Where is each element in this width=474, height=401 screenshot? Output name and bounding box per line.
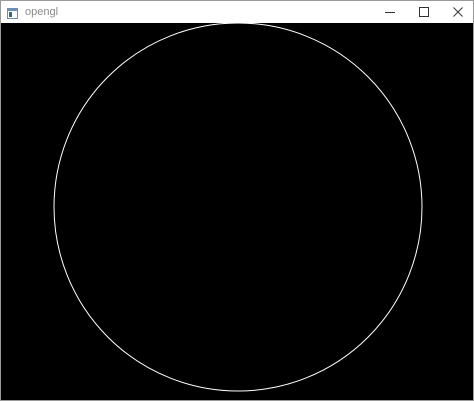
maximize-button[interactable] xyxy=(409,1,439,23)
maximize-icon xyxy=(419,7,429,17)
title-bar[interactable]: opengl xyxy=(1,1,473,23)
minimize-icon xyxy=(385,12,395,13)
window-title: opengl xyxy=(25,6,59,18)
app-window: opengl xyxy=(0,0,474,401)
close-button[interactable] xyxy=(443,1,473,23)
render-canvas xyxy=(53,23,423,392)
app-window-icon xyxy=(7,6,18,19)
circle-outline xyxy=(53,23,423,392)
close-icon xyxy=(453,7,463,17)
minimize-button[interactable] xyxy=(375,1,405,23)
opengl-viewport[interactable] xyxy=(1,23,473,400)
